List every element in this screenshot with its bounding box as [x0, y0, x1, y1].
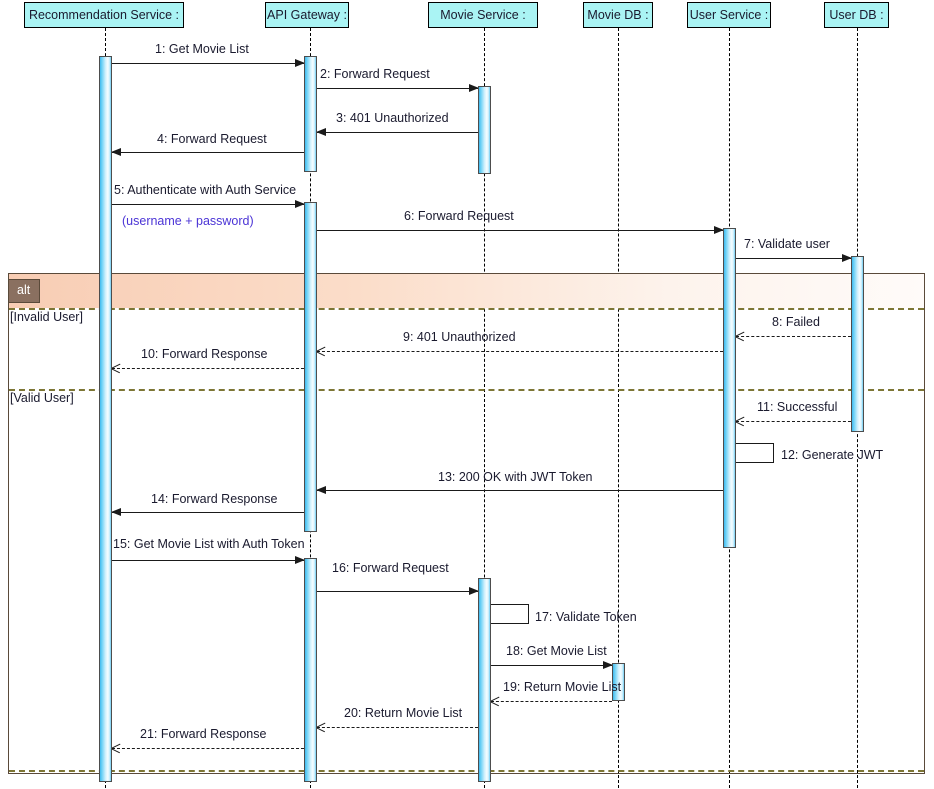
message-14-label: 14: Forward Response	[151, 492, 278, 506]
lifeline-head-movie-service[interactable]: Movie Service :	[428, 2, 538, 28]
message-5-label: 5: Authenticate with Auth Service	[114, 183, 297, 197]
message-10-label: 10: Forward Response	[141, 347, 268, 361]
fragment-guard-valid-user: [Valid User]	[10, 391, 74, 405]
activation-movie-service-1	[478, 86, 491, 174]
lifeline-head-api-gateway[interactable]: API Gateway :	[265, 2, 349, 28]
message-6-label: 6: Forward Request	[404, 209, 514, 223]
message-16-label: 16: Forward Request	[332, 561, 449, 575]
lifeline-head-recommendation-service[interactable]: Recommendation Service :	[24, 2, 184, 28]
message-15-label: 15: Get Movie List with Auth Token	[113, 537, 305, 551]
lifeline-head-user-service[interactable]: User Service :	[687, 2, 771, 28]
message-18-label: 18: Get Movie List	[506, 644, 607, 658]
message-8-label: 8: Failed	[772, 315, 820, 329]
message-9-label: 9: 401 Unauthorized	[403, 330, 516, 344]
lifeline-head-user-db[interactable]: User DB :	[824, 2, 889, 28]
message-19-label: 19: Return Movie List	[503, 680, 622, 694]
activation-user-db	[851, 256, 864, 432]
fragment-operator-tab: alt	[8, 279, 41, 303]
fragment-divider-top	[9, 308, 924, 310]
activation-api-gateway-3	[304, 558, 317, 782]
fragment-header-bar	[9, 274, 924, 308]
message-7-label: 7: Validate user	[744, 237, 830, 251]
fragment-guard-invalid-user: [Invalid User]	[10, 310, 83, 324]
fragment-divider-bottom	[9, 770, 924, 772]
activation-api-gateway-1	[304, 56, 317, 172]
message-1-label: 1: Get Movie List	[155, 42, 249, 56]
message-17-label: 17: Validate Token	[535, 610, 637, 624]
activation-recommendation-service	[99, 56, 112, 782]
sequence-diagram-canvas: alt [Invalid User] [Valid User] 1: Get M…	[0, 0, 934, 789]
lifeline-head-movie-db[interactable]: Movie DB :	[583, 2, 653, 28]
message-17-self-loop	[481, 604, 529, 628]
message-3-label: 3: 401 Unauthorized	[336, 111, 449, 125]
activation-api-gateway-2	[304, 202, 317, 532]
activation-movie-service-2	[478, 578, 491, 782]
message-13-label: 13: 200 OK with JWT Token	[438, 470, 593, 484]
message-5-note: (username + password)	[122, 214, 254, 228]
message-12-self-loop	[726, 443, 774, 467]
message-2-label: 2: Forward Request	[320, 67, 430, 81]
message-21-label: 21: Forward Response	[140, 727, 267, 741]
message-4-label: 4: Forward Request	[157, 132, 267, 146]
message-20-label: 20: Return Movie List	[344, 706, 463, 720]
message-11-label: 11: Successful	[757, 400, 838, 414]
message-12-label: 12: Generate JWT	[781, 448, 884, 462]
activation-user-service	[723, 228, 736, 548]
fragment-divider-middle	[9, 389, 924, 391]
